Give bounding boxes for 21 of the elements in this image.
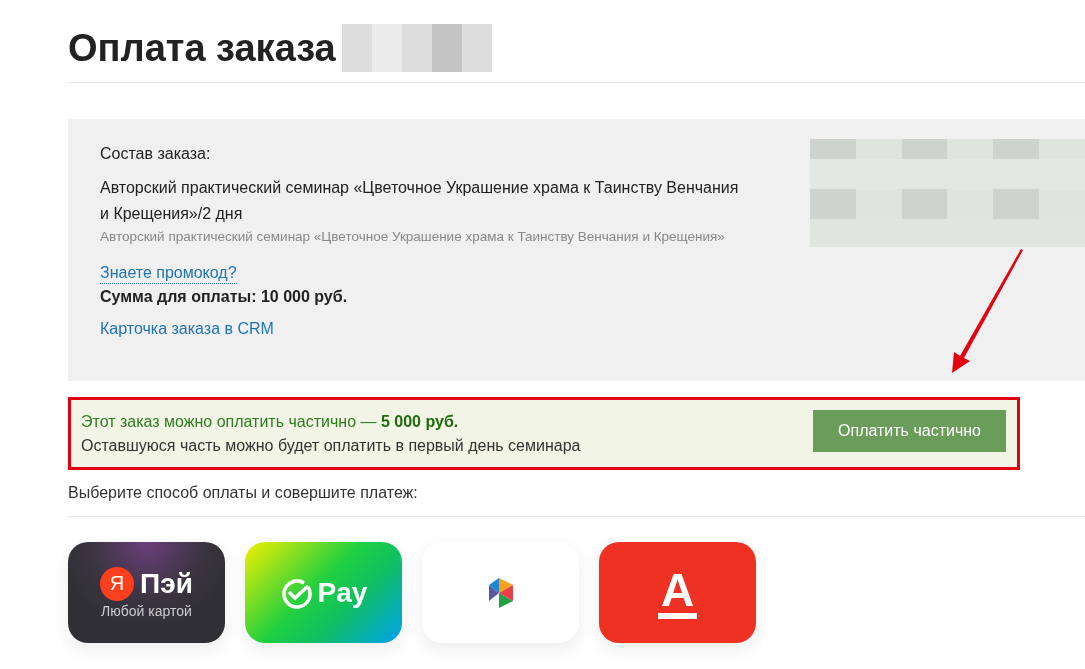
payment-total: Сумма для оплаты: 10 000 руб.: [100, 288, 349, 306]
logo-text: А: [657, 566, 698, 619]
crm-link[interactable]: Карточка заказа в CRM: [100, 320, 274, 338]
payment-method-button[interactable]: [422, 542, 579, 643]
logo-text: Пэй: [140, 567, 193, 600]
promo-code-link[interactable]: Знаете промокод?: [100, 263, 237, 284]
pay-partially-button[interactable]: Оплатить частично: [813, 409, 1006, 452]
payment-method-button[interactable]: Я Пэй Любой картой: [68, 542, 225, 643]
payment-method-button[interactable]: А: [599, 542, 756, 643]
page-title: Оплата заказа: [68, 26, 336, 70]
section-heading: Состав заказа:: [100, 145, 212, 163]
logo-caption: Любой картой: [101, 602, 192, 619]
logo-text: Pay: [317, 576, 368, 609]
item-title: Авторский практический семинар «Цветочное Украшение храма к Таинству Венчания и Крещения»/2 дня: [100, 178, 740, 224]
partial-payment-note: Оставшуюся часть можно будет оплатить в первый день семинара: [81, 435, 581, 456]
payment-method-button[interactable]: Pay: [245, 542, 402, 643]
item-description: Авторский практический семинар «Цветочное Украшение храма к Таинству Венчания и Крещения»: [100, 228, 726, 246]
partial-payment-text: Этот заказ можно оплатить частично — 5 000 руб.: [81, 411, 460, 432]
logo-badge: Я: [100, 566, 135, 601]
payment-prompt: Выберите способ оплаты и совершите платеж:: [68, 484, 419, 502]
check-circle-icon: [279, 576, 312, 609]
